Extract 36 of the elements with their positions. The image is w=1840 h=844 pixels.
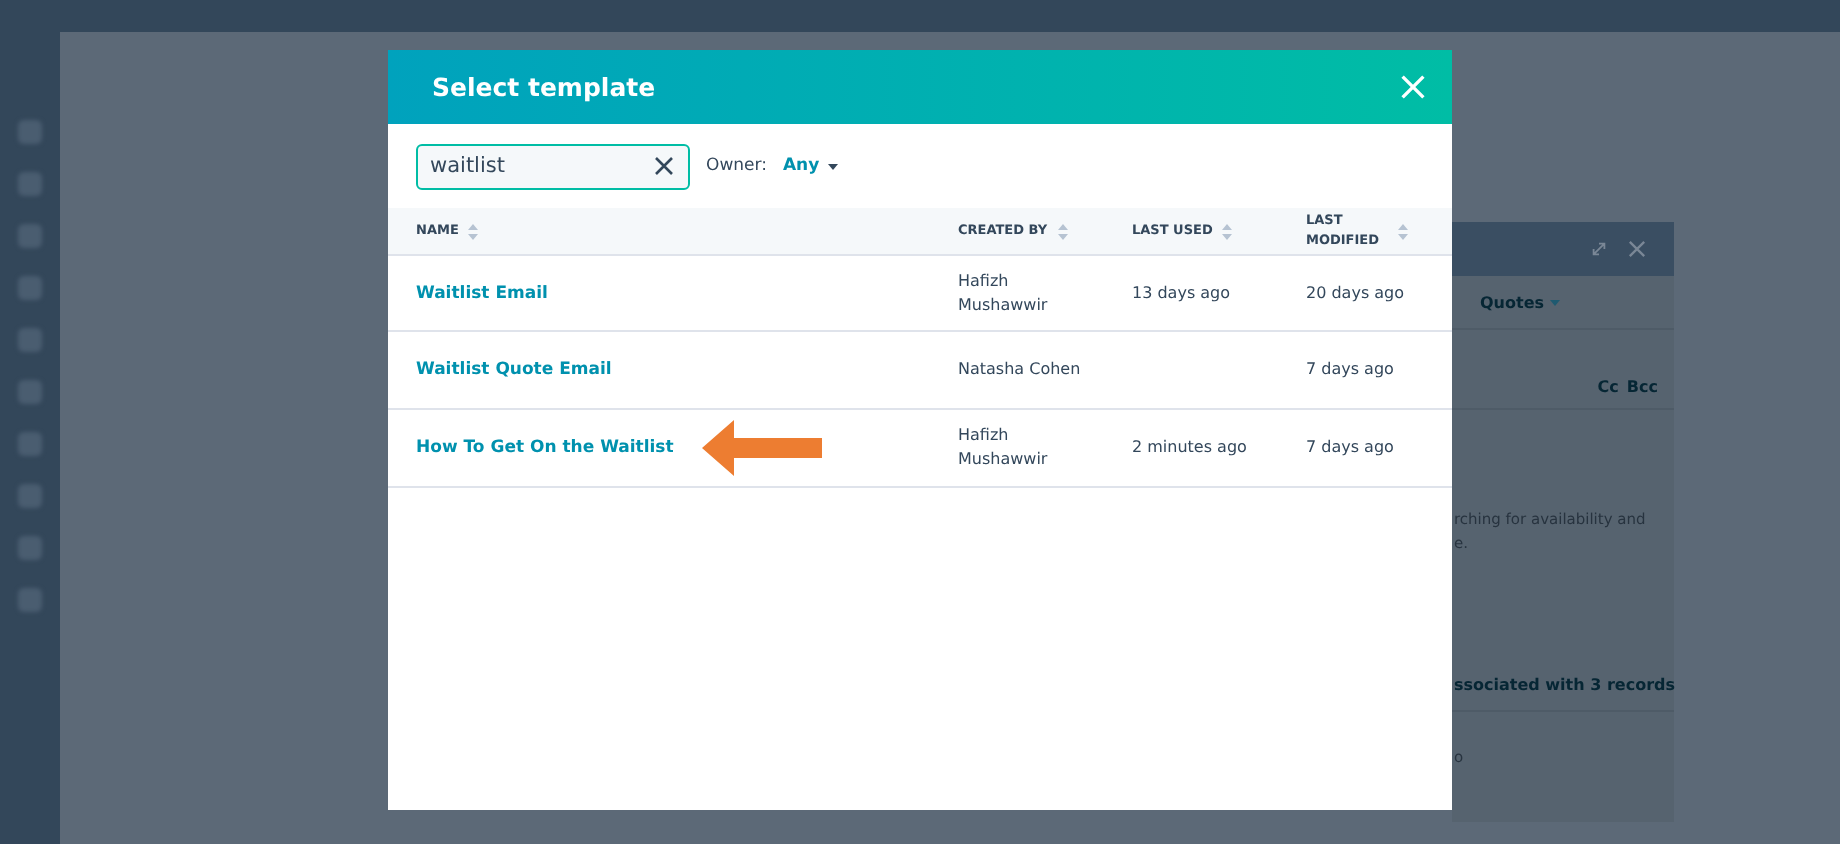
arrow-icon [701,420,822,476]
sort-icon[interactable] [1398,223,1408,239]
nav-icon[interactable] [18,536,42,560]
table-cell-text: 2 minutes ago [1132,436,1249,460]
owner-dropdown[interactable]: Any [782,156,838,176]
sort-icon[interactable] [1222,223,1233,239]
nav-icon[interactable] [18,432,42,456]
expand-icon[interactable] [1590,240,1608,258]
template-link[interactable]: How To Get On the Waitlist [416,438,674,458]
table-cell-text: 20 days ago [1306,281,1407,305]
close-icon[interactable] [1628,240,1646,258]
caret-icon [827,163,838,169]
clear-icon[interactable] [654,155,674,175]
template-link[interactable]: Waitlist Quote Email [416,360,612,380]
close-button[interactable] [1400,73,1428,101]
owner-label: Owner: [706,156,767,176]
nav-icon[interactable] [18,172,42,196]
table-cell-text: 7 days ago [1306,436,1396,460]
nav-icon[interactable] [18,120,42,144]
table-cell-text: Hafizh Mushawwir [958,424,1050,472]
nav-icon[interactable] [18,484,42,508]
dialog-title: Select template [432,72,656,102]
nav-icon[interactable] [18,380,42,404]
nav-icon[interactable] [18,276,42,300]
nav-icon[interactable] [18,224,42,248]
template-link[interactable]: Waitlist Email [416,283,548,303]
table-cell-text: 13 days ago [1132,281,1233,305]
nav-icon[interactable] [18,588,42,612]
table-cell-text: 7 days ago [1306,358,1396,382]
sort-icon[interactable] [468,223,479,239]
table-cell-text: Hafizh Mushawwir [958,269,1050,317]
table-cell-text: Natasha Cohen [958,358,1083,382]
sort-icon[interactable] [1057,223,1068,239]
caret-icon [1550,299,1561,305]
search-field[interactable]: waitlist [416,143,690,189]
nav-icon[interactable] [18,328,42,352]
